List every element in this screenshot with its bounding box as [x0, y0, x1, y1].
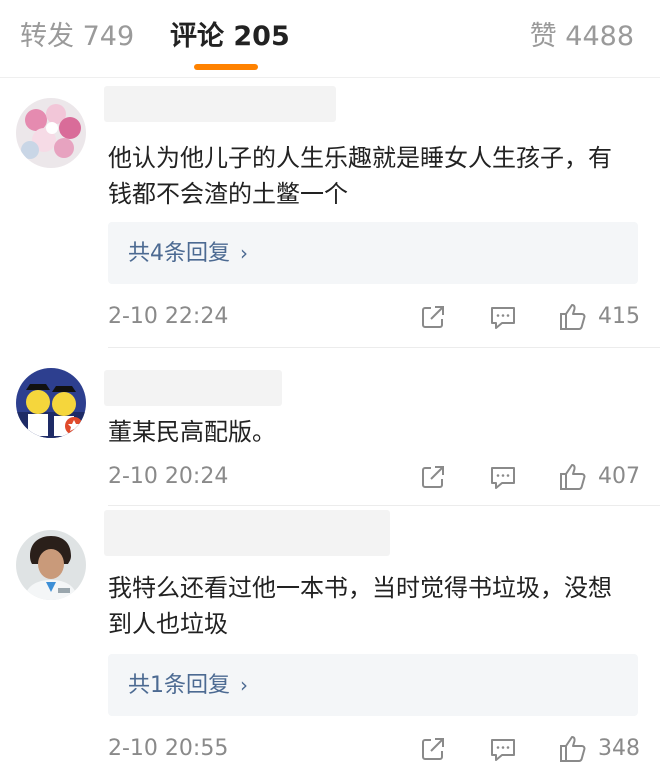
share-icon[interactable] — [418, 462, 448, 492]
username-redacted — [104, 370, 282, 406]
reply-icon[interactable] — [488, 734, 518, 764]
tab-comment[interactable]: 评论 205 — [170, 18, 290, 56]
thumbs-up-icon[interactable] — [558, 734, 588, 764]
avatar[interactable] — [16, 368, 86, 438]
replies-count-label: 共4条回复 — [128, 241, 230, 266]
comment-meta: 2-10 22:24 415 — [108, 300, 660, 334]
comment-meta: 2-10 20:55 348 — [108, 732, 660, 766]
view-replies-button[interactable]: 共4条回复 › — [108, 222, 638, 284]
reply-icon[interactable] — [488, 462, 518, 492]
share-icon[interactable] — [418, 302, 448, 332]
comment-text: 我特么还看过他一本书，当时觉得书垃圾，没想到人也垃圾 — [108, 574, 612, 638]
replies-count-label: 共1条回复 — [128, 673, 230, 698]
comment-time: 2-10 22:24 — [108, 304, 229, 329]
like-count: 415 — [598, 304, 640, 329]
username-redacted — [104, 510, 390, 556]
tab-repost[interactable]: 转发 749 — [20, 18, 134, 56]
share-icon[interactable] — [418, 734, 448, 764]
avatar[interactable] — [16, 530, 86, 600]
username-redacted — [104, 86, 336, 122]
comment-item: 我特么还看过他一本书，当时觉得书垃圾，没想到人也垃圾 共1条回复 › 2-10 2… — [0, 506, 660, 776]
comment-item: 董某民高配版。 2-10 20:24 407 — [0, 348, 660, 506]
comment-text: 董某民高配版。 — [108, 418, 276, 446]
comment-time: 2-10 20:24 — [108, 464, 229, 489]
comment-time: 2-10 20:55 — [108, 736, 229, 761]
comment-text: 他认为他儿子的人生乐趣就是睡女人生孩子，有钱都不会渣的土鳖一个 — [108, 144, 612, 208]
tab-like[interactable]: 赞 4488 — [530, 18, 634, 56]
avatar[interactable] — [16, 98, 86, 168]
like-count: 407 — [598, 464, 640, 489]
chevron-right-icon: › — [240, 673, 248, 697]
like-count: 348 — [598, 736, 640, 761]
view-replies-button[interactable]: 共1条回复 › — [108, 654, 638, 716]
thumbs-up-icon[interactable] — [558, 462, 588, 492]
chevron-right-icon: › — [240, 241, 248, 265]
comment-tabs: 转发 749 评论 205 赞 4488 — [0, 0, 660, 78]
active-tab-indicator — [194, 64, 258, 70]
reply-icon[interactable] — [488, 302, 518, 332]
thumbs-up-icon[interactable] — [558, 302, 588, 332]
comment-item: 他认为他儿子的人生乐趣就是睡女人生孩子，有钱都不会渣的土鳖一个 共4条回复 › 2… — [0, 78, 660, 348]
comment-meta: 2-10 20:24 407 — [108, 460, 660, 494]
